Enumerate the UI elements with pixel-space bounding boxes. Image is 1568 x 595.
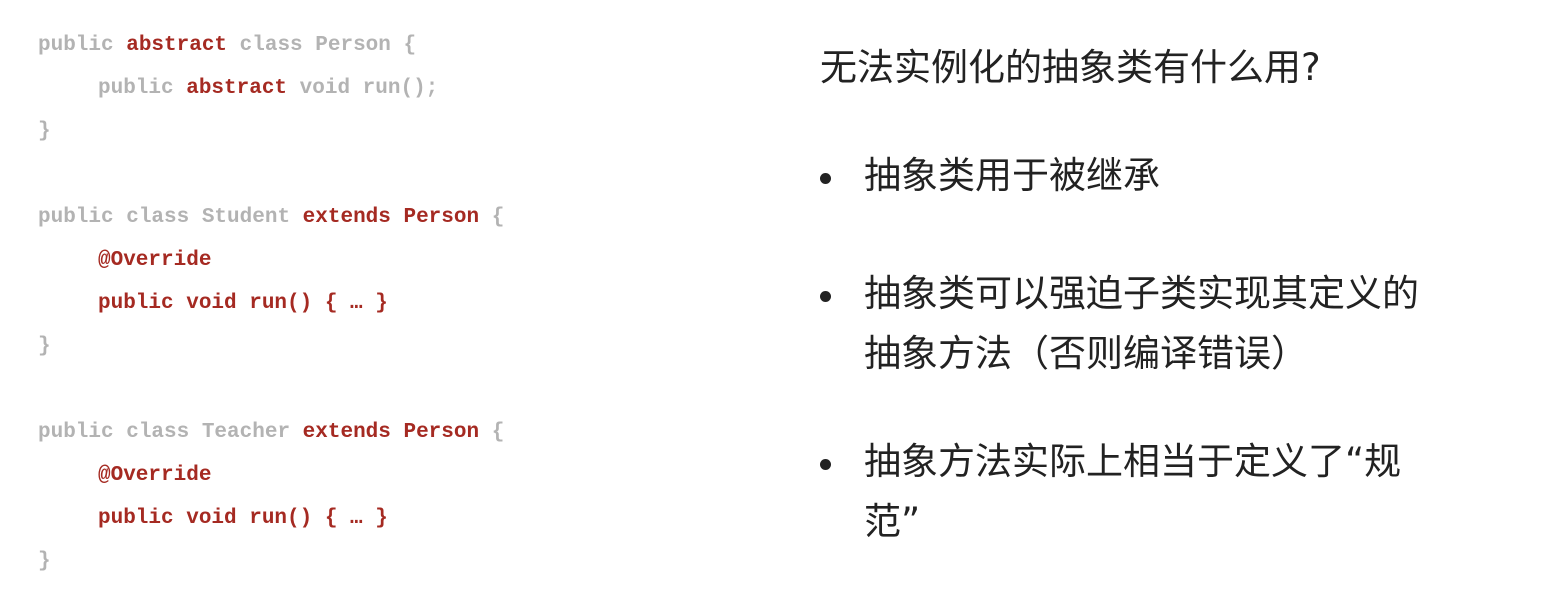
slide: public abstract class Person {public abs…: [0, 0, 1568, 595]
code-token: public: [38, 34, 127, 57]
code-keyword: public void run() { … }: [98, 292, 388, 315]
code-token: }: [38, 550, 51, 573]
bullet-text: 抽象类可以强迫子类实现其定义的 抽象方法（否则编译错误）: [864, 264, 1540, 384]
bullet-text: 抽象方法实际上相当于定义了“规 范”: [864, 432, 1540, 552]
code-line: @Override: [98, 456, 211, 496]
code-keyword: abstract: [186, 77, 288, 100]
code-line: }: [38, 327, 51, 367]
notes-heading: 无法实例化的抽象类有什么用?: [820, 46, 1321, 89]
code-line: public void run() { … }: [98, 284, 388, 324]
code-keyword: public void run() { … }: [98, 507, 388, 530]
code-token: public: [98, 77, 187, 100]
code-token: }: [38, 120, 51, 143]
code-token: void run();: [287, 77, 439, 100]
code-keyword: @Override: [98, 249, 212, 272]
code-keyword: @Override: [98, 464, 212, 487]
code-line: }: [38, 112, 51, 152]
code-line: public class Teacher extends Person {: [38, 413, 504, 453]
bullet-line: 范”: [864, 500, 921, 543]
code-token: public class Teacher: [38, 421, 303, 444]
bullet-line: 抽象类可以强迫子类实现其定义的: [864, 272, 1419, 315]
code-keyword: abstract: [126, 34, 228, 57]
bullet-text: 抽象类用于被继承: [864, 146, 1540, 206]
code-token: {: [479, 206, 505, 229]
code-line: public void run() { … }: [98, 499, 388, 539]
bullet-line: 抽象方法（否则编译错误）: [864, 332, 1308, 375]
bullet-line: 抽象类用于被继承: [864, 154, 1160, 197]
code-keyword: extends Person: [302, 421, 480, 444]
bullet-dot-icon: [820, 173, 831, 184]
code-keyword: extends Person: [302, 206, 480, 229]
code-token: class Person {: [227, 34, 417, 57]
code-line: public class Student extends Person {: [38, 198, 504, 238]
code-line: public abstract void run();: [98, 69, 438, 109]
code-token: public class Student: [38, 206, 303, 229]
code-token: {: [479, 421, 505, 444]
code-line: @Override: [98, 241, 211, 281]
code-token: }: [38, 335, 51, 358]
bullet-dot-icon: [820, 459, 831, 470]
bullet-dot-icon: [820, 291, 831, 302]
code-line: }: [38, 542, 51, 582]
code-line: public abstract class Person {: [38, 26, 416, 66]
bullet-line: 抽象方法实际上相当于定义了“规: [864, 440, 1402, 483]
